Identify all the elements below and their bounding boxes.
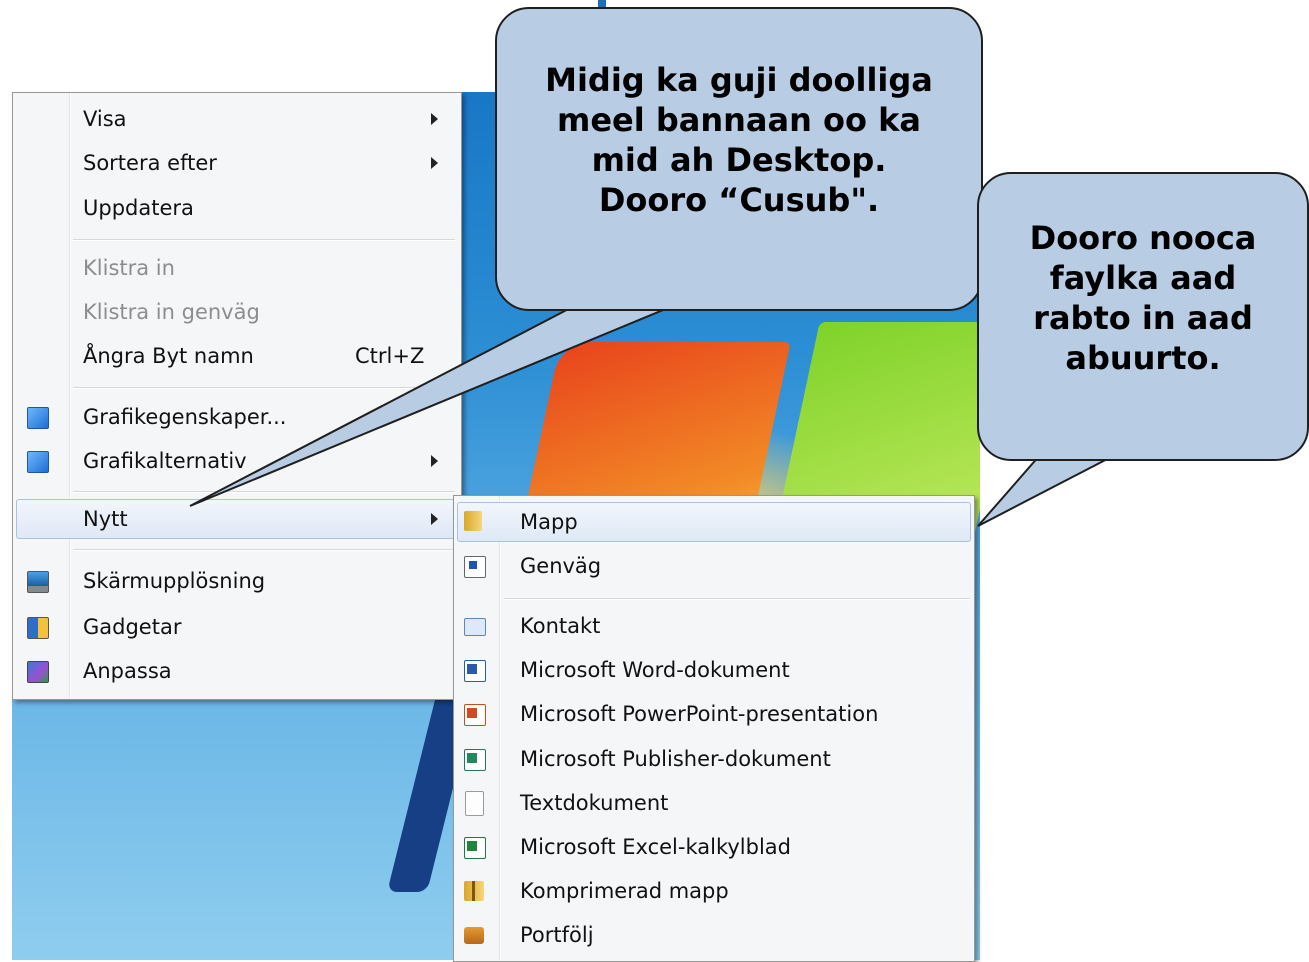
powerpoint-icon: [464, 704, 486, 726]
callout-first-line: mid ah Desktop.: [591, 141, 887, 179]
menu-item-graphics-options[interactable]: Grafikalternativ: [15, 441, 457, 481]
menu-separator: [73, 239, 455, 241]
menu-item-screen-resolution[interactable]: Skärmupplösning: [15, 561, 457, 601]
menu-separator: [504, 598, 970, 600]
menu-item-shortcut: Ctrl+Z: [355, 344, 425, 368]
personalize-icon: [27, 661, 49, 683]
submenu-item-publisher[interactable]: Microsoft Publisher-dokument: [456, 739, 970, 779]
callout-second-box: Dooro nooca faylka aad rabto in aad abuu…: [977, 172, 1309, 461]
screen-resolution-icon: [27, 571, 49, 593]
submenu-arrow-icon: [431, 113, 438, 125]
submenu-item-label: Mapp: [520, 510, 578, 534]
menu-item-undo-rename[interactable]: Ångra Byt namn Ctrl+Z: [15, 336, 457, 376]
callout-first-box: Midig ka guji doolliga meel bannaan oo k…: [495, 7, 983, 311]
menu-item-label: Uppdatera: [83, 196, 194, 220]
callout-first-line: Dooro “Cusub".: [598, 181, 880, 219]
menu-item-label: Ångra Byt namn: [83, 344, 254, 368]
menu-item-label: Gadgetar: [83, 615, 182, 639]
callout-second-line: rabto in aad: [1033, 298, 1253, 337]
menu-item-label: Grafikalternativ: [83, 449, 247, 473]
text-document-icon: [465, 791, 484, 816]
submenu-item-label: Microsoft Publisher-dokument: [520, 747, 831, 771]
menu-item-sort-by[interactable]: Sortera efter: [15, 143, 457, 183]
menu-item-label: Skärmupplösning: [83, 569, 266, 593]
menu-separator: [73, 549, 455, 551]
submenu-arrow-icon: [431, 455, 438, 467]
excel-icon: [464, 837, 486, 859]
callout-first-text: Midig ka guji doolliga meel bannaan oo k…: [545, 60, 933, 220]
menu-separator: [73, 387, 455, 389]
callout-tail-right: [977, 454, 1116, 527]
callout-second-line: faylka aad: [1049, 258, 1237, 297]
menu-item-paste: Klistra in: [15, 248, 457, 288]
desktop-context-menu: Visa Sortera efter Uppdatera Klistra in …: [12, 92, 462, 700]
menu-item-label: Klistra in genväg: [83, 300, 260, 324]
menu-item-view[interactable]: Visa: [15, 99, 457, 139]
callout-second-line: Dooro nooca: [1029, 218, 1257, 257]
new-submenu: Mapp Genväg Kontakt Microsoft Word-dokum…: [453, 495, 975, 962]
folder-icon: [464, 511, 482, 531]
menu-item-personalize[interactable]: Anpassa: [15, 651, 457, 691]
submenu-arrow-icon: [431, 157, 438, 169]
zip-folder-icon: [464, 881, 484, 901]
graphics-properties-icon: [27, 407, 49, 429]
submenu-item-label: Portfölj: [520, 923, 594, 947]
menu-item-new[interactable]: Nytt: [16, 499, 456, 539]
submenu-arrow-icon: [431, 513, 438, 525]
graphics-options-icon: [27, 451, 49, 473]
publisher-icon: [464, 749, 486, 771]
callout-first-line: Midig ka guji doolliga: [545, 61, 933, 99]
submenu-item-label: Microsoft Excel-kalkylblad: [520, 835, 791, 859]
submenu-item-word-document[interactable]: Microsoft Word-dokument: [456, 650, 970, 690]
submenu-item-contact[interactable]: Kontakt: [456, 606, 970, 646]
submenu-item-text-document[interactable]: Textdokument: [456, 783, 970, 823]
submenu-item-powerpoint[interactable]: Microsoft PowerPoint-presentation: [456, 694, 970, 734]
submenu-item-label: Kontakt: [520, 614, 601, 638]
menu-separator: [73, 491, 455, 493]
submenu-item-label: Genväg: [520, 554, 602, 578]
submenu-item-briefcase[interactable]: Portfölj: [456, 915, 970, 955]
menu-item-graphics-properties[interactable]: Grafikegenskaper...: [15, 397, 457, 437]
menu-item-label: Visa: [83, 107, 127, 131]
submenu-item-zip-folder[interactable]: Komprimerad mapp: [456, 871, 970, 911]
submenu-item-label: Textdokument: [520, 791, 669, 815]
submenu-item-folder[interactable]: Mapp: [457, 502, 971, 542]
submenu-item-label: Microsoft Word-dokument: [520, 658, 790, 682]
submenu-item-label: Microsoft PowerPoint-presentation: [520, 702, 879, 726]
submenu-item-excel[interactable]: Microsoft Excel-kalkylblad: [456, 827, 970, 867]
menu-item-paste-shortcut: Klistra in genväg: [15, 292, 457, 332]
gadgets-icon: [27, 617, 49, 639]
callout-second-line: abuurto.: [1065, 338, 1221, 377]
contact-icon: [464, 618, 486, 636]
menu-item-label: Klistra in: [83, 256, 175, 280]
callout-second-text: Dooro nooca faylka aad rabto in aad abuu…: [1030, 218, 1257, 378]
menu-item-label: Anpassa: [83, 659, 172, 683]
menu-item-gadgets[interactable]: Gadgetar: [15, 607, 457, 647]
menu-item-label: Nytt: [83, 507, 128, 531]
submenu-item-shortcut[interactable]: Genväg: [456, 546, 970, 586]
callout-first-line: meel bannaan oo ka: [556, 101, 921, 139]
menu-item-label: Grafikegenskaper...: [83, 405, 287, 429]
word-document-icon: [464, 660, 486, 682]
menu-item-label: Sortera efter: [83, 151, 217, 175]
submenu-item-label: Komprimerad mapp: [520, 879, 729, 903]
menu-item-refresh[interactable]: Uppdatera: [15, 188, 457, 228]
shortcut-icon: [464, 556, 486, 578]
briefcase-icon: [464, 927, 484, 944]
